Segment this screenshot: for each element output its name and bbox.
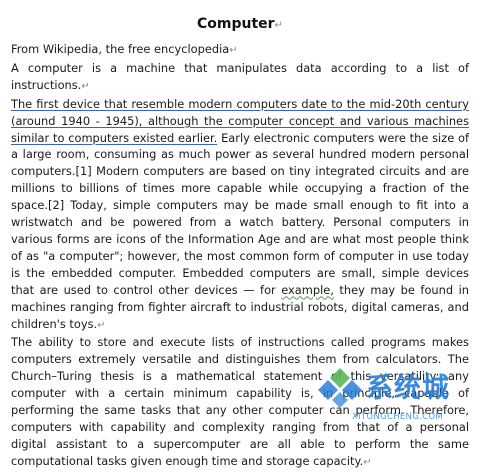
citation-1[interactable]: [1] (76, 164, 92, 178)
citation-2[interactable]: [2] (48, 198, 64, 212)
watermark-url: XITONGCHENG.COM (352, 412, 443, 422)
intro-text: A computer is a machine that manipulates… (11, 60, 469, 92)
document-title: Computer↵ (0, 16, 480, 32)
intro-paragraph: A computer is a machine that manipulates… (11, 60, 469, 96)
paragraph-mark: ↵ (97, 319, 106, 331)
watermark-brand: 系统城 (366, 373, 450, 404)
grammar-flagged-word[interactable]: example, (281, 283, 334, 297)
paragraph-mark: ↵ (229, 45, 238, 56)
source-line-text: From Wikipedia, the free encyclopedia (11, 42, 230, 56)
paragraph-mark: ↵ (81, 80, 90, 92)
title-text: Computer (197, 16, 275, 32)
document-page: Computer↵ From Wikipedia, the free encyc… (0, 0, 480, 468)
diamond-logo-icon (318, 368, 362, 408)
paragraph-mark: ↵ (274, 20, 283, 31)
main-paragraph: The first device that resemble modern co… (11, 96, 469, 335)
paragraph-mark: ↵ (363, 456, 372, 468)
source-line: From Wikipedia, the free encyclopedia↵ (11, 41, 469, 60)
site-watermark: 系统城 XITONGCHENG.COM (312, 366, 480, 437)
